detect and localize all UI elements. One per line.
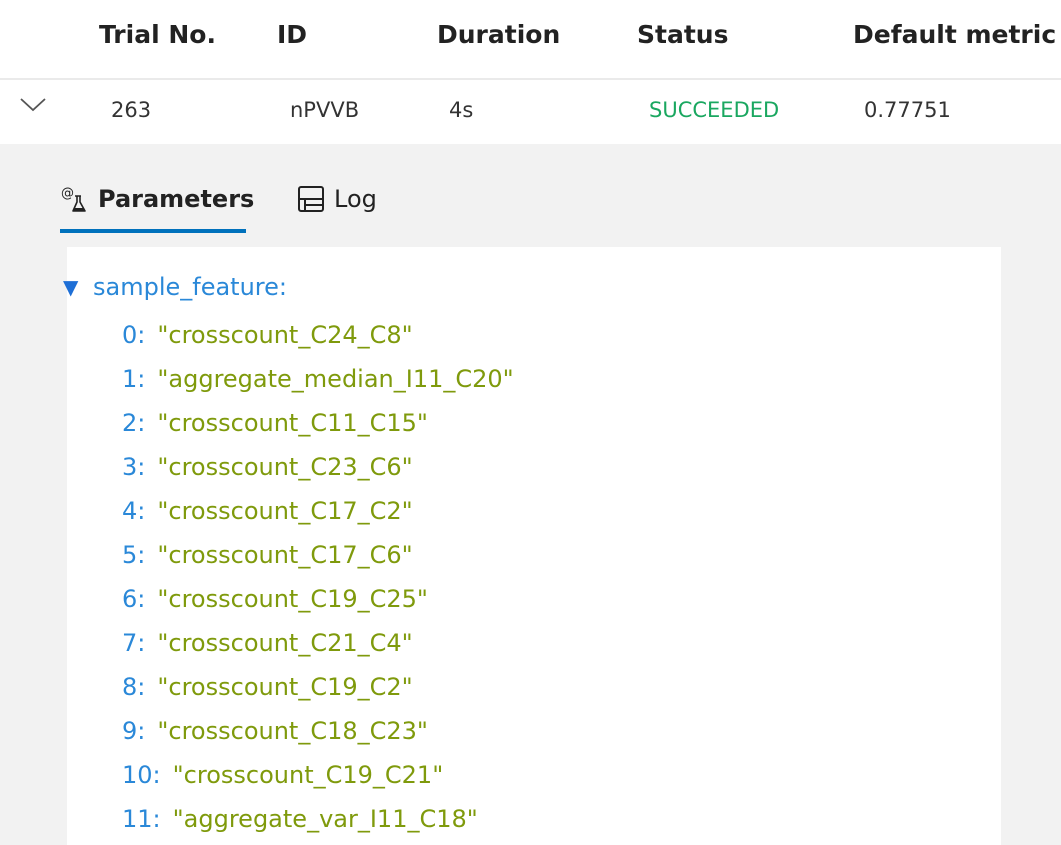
- parameters-icon: @: [60, 184, 90, 214]
- column-header-id[interactable]: ID: [277, 17, 307, 53]
- json-string-value: "crosscount_C17_C6": [157, 541, 413, 569]
- default-metric-cell: 0.77751: [864, 98, 951, 122]
- tab-parameters-label: Parameters: [98, 185, 255, 213]
- json-array-index: 8:: [122, 673, 146, 701]
- json-key: sample_feature:: [93, 273, 287, 301]
- list-item: 5: "crosscount_C17_C6": [122, 537, 514, 581]
- list-item: 3: "crosscount_C23_C6": [122, 449, 514, 493]
- json-string-value: "aggregate_median_I11_C20": [157, 365, 514, 393]
- trial-id-cell: nPVVB: [290, 98, 360, 122]
- trial-no-cell: 263: [111, 98, 152, 122]
- json-array-index: 0:: [122, 321, 146, 349]
- json-array-index: 6:: [122, 585, 146, 613]
- json-array-index: 4:: [122, 497, 146, 525]
- column-header-status[interactable]: Status: [637, 17, 728, 53]
- column-header-duration[interactable]: Duration: [437, 17, 560, 53]
- collapse-triangle-icon[interactable]: ▼: [63, 269, 93, 305]
- tab-parameters[interactable]: @ Parameters: [60, 168, 254, 230]
- chevron-down-icon[interactable]: [18, 94, 48, 116]
- table-header: Trial No. ID Duration Status Default met…: [0, 0, 1061, 80]
- json-string-value: "aggregate_var_I11_C18": [172, 805, 478, 833]
- table-row[interactable]: 263 nPVVB 4s SUCCEEDED 0.77751: [0, 80, 1061, 144]
- json-array-index: 1:: [122, 365, 146, 393]
- json-string-value: "crosscount_C18_C23": [157, 717, 428, 745]
- json-string-value: "crosscount_C21_C4": [157, 629, 413, 657]
- list-item: 8: "crosscount_C19_C2": [122, 669, 514, 713]
- json-string-value: "crosscount_C19_C25": [157, 585, 428, 613]
- duration-cell: 4s: [449, 98, 474, 122]
- json-array-index: 5:: [122, 541, 146, 569]
- parameters-json-viewer: ▼ sample_feature: 0: "crosscount_C24_C8" 1…: [63, 247, 1001, 845]
- json-array-index: 3:: [122, 453, 146, 481]
- list-item: 4: "crosscount_C17_C2": [122, 493, 514, 537]
- json-array-index: 10:: [122, 761, 161, 789]
- json-string-value: "crosscount_C17_C2": [157, 497, 413, 525]
- tab-log[interactable]: Log: [296, 168, 377, 230]
- list-item: 7: "crosscount_C21_C4": [122, 625, 514, 669]
- column-header-default-metric[interactable]: Default metric: [853, 17, 1056, 53]
- trial-detail-panel: @ Parameters Log ▼ sample_feature: 0: "c…: [0, 144, 1061, 845]
- column-header-trial-no[interactable]: Trial No.: [99, 17, 216, 53]
- json-string-value: "crosscount_C11_C15": [157, 409, 428, 437]
- json-array-index: 7:: [122, 629, 146, 657]
- list-item: 11: "aggregate_var_I11_C18": [122, 801, 514, 845]
- list-item: 6: "crosscount_C19_C25": [122, 581, 514, 625]
- list-item: 10: "crosscount_C19_C21": [122, 757, 514, 801]
- json-string-value: "crosscount_C19_C21": [172, 761, 444, 789]
- list-item: 2: "crosscount_C11_C15": [122, 405, 514, 449]
- json-array-items: 0: "crosscount_C24_C8" 1: "aggregate_median…: [122, 317, 514, 845]
- list-item: 9: "crosscount_C18_C23": [122, 713, 514, 757]
- trial-detail-page: Trial No. ID Duration Status Default met…: [0, 0, 1061, 845]
- json-array-index: 9:: [122, 717, 146, 745]
- list-item: 0: "crosscount_C24_C8": [122, 317, 514, 361]
- json-string-value: "crosscount_C19_C2": [157, 673, 413, 701]
- log-icon: [296, 184, 326, 214]
- list-item: 1: "aggregate_median_I11_C20": [122, 361, 514, 405]
- status-badge: SUCCEEDED: [649, 98, 780, 122]
- json-array-index: 2:: [122, 409, 146, 437]
- active-tab-indicator: [60, 229, 246, 233]
- json-string-value: "crosscount_C23_C6": [157, 453, 413, 481]
- svg-text:@: @: [61, 186, 74, 201]
- tab-log-label: Log: [334, 185, 377, 213]
- json-node-sample-feature: ▼ sample_feature:: [63, 269, 287, 305]
- json-array-index: 11:: [122, 805, 161, 833]
- json-string-value: "crosscount_C24_C8": [157, 321, 413, 349]
